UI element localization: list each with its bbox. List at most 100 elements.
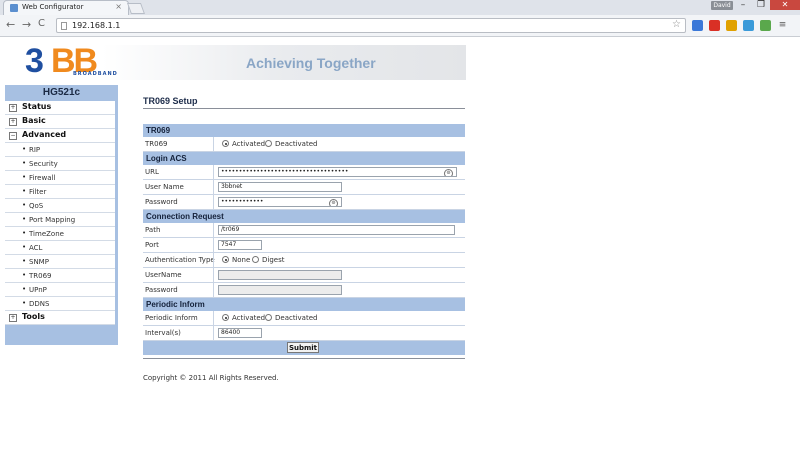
- sidebar-item-label: TimeZone: [29, 230, 64, 238]
- menu-icon[interactable]: ≡: [777, 20, 788, 31]
- pi-interval-row: Interval(s) 86400: [143, 326, 465, 341]
- bullet-icon: •: [22, 173, 27, 181]
- cr-password-label: Password: [145, 286, 178, 294]
- bookmark-star-icon[interactable]: ☆: [672, 19, 681, 30]
- reveal-icon[interactable]: ⊚: [329, 199, 338, 206]
- expand-icon[interactable]: +: [9, 118, 17, 126]
- extension-icon-3[interactable]: [726, 20, 737, 31]
- acs-username-input[interactable]: 3bbnet: [218, 182, 342, 192]
- sidebar-item-rip[interactable]: • RIP: [5, 143, 115, 157]
- sidebar-item-label: Firewall: [29, 174, 56, 182]
- sidebar-item-tr069[interactable]: • TR069: [5, 269, 115, 283]
- pi-deactivated-radio[interactable]: [265, 314, 272, 321]
- section-login-acs: Login ACS: [143, 152, 465, 165]
- tab-close-icon[interactable]: ×: [115, 2, 122, 11]
- logo-3: 3: [25, 42, 44, 80]
- cr-port-value: 7547: [221, 241, 237, 248]
- profile-badge[interactable]: David: [711, 1, 733, 10]
- sidebar-item-ddns[interactable]: • DDNS: [5, 297, 115, 311]
- section-tr069: TR069: [143, 124, 465, 137]
- sidebar-item-port-mapping[interactable]: • Port Mapping: [5, 213, 115, 227]
- acs-username-label: User Name: [145, 183, 184, 191]
- browser-tab[interactable]: Web Configurator ×: [3, 0, 129, 15]
- expand-icon[interactable]: +: [9, 104, 17, 112]
- address-bar[interactable]: 192.168.1.1 ☆: [56, 18, 686, 33]
- tr069-deactivated-label: Deactivated: [275, 140, 318, 148]
- pi-interval-value: 86400: [221, 329, 241, 336]
- acs-password-value: ••••••••••••: [221, 198, 264, 205]
- pi-interval-label: Interval(s): [145, 329, 181, 337]
- extension-icon-4[interactable]: [743, 20, 754, 31]
- pi-deactivated-label: Deactivated: [275, 314, 318, 322]
- cr-password-input[interactable]: [218, 285, 342, 295]
- minimize-icon[interactable]: –: [733, 0, 753, 10]
- logo-subtitle: BROADBAND: [73, 71, 118, 77]
- bullet-icon: •: [22, 257, 27, 265]
- footer-divider: [143, 358, 465, 359]
- reload-icon[interactable]: C: [38, 18, 45, 29]
- sidebar-item-label: DDNS: [29, 300, 50, 308]
- acs-password-input[interactable]: •••••••••••• ⊚: [218, 197, 342, 207]
- gmail-icon[interactable]: [709, 20, 720, 31]
- back-icon[interactable]: ←: [6, 18, 15, 31]
- sidebar-item-snmp[interactable]: • SNMP: [5, 255, 115, 269]
- page-icon: [61, 22, 67, 30]
- sidebar-item-label: ACL: [29, 244, 43, 252]
- cr-path-input[interactable]: /tr069: [218, 225, 455, 235]
- sidebar-item-status[interactable]: + Status: [5, 101, 115, 115]
- sidebar-item-acl[interactable]: • ACL: [5, 241, 115, 255]
- cr-username-input[interactable]: [218, 270, 342, 280]
- bullet-icon: •: [22, 215, 27, 223]
- sidebar-item-label: Status: [22, 102, 52, 111]
- bullet-icon: •: [22, 201, 27, 209]
- cr-port-input[interactable]: 7547: [218, 240, 262, 250]
- sidebar-item-basic[interactable]: + Basic: [5, 115, 115, 129]
- auth-none-radio[interactable]: [222, 256, 229, 263]
- sidebar-item-upnp[interactable]: • UPnP: [5, 283, 115, 297]
- sidebar-item-filter[interactable]: • Filter: [5, 185, 115, 199]
- restore-icon[interactable]: ❐: [751, 0, 771, 10]
- pi-activated-label: Activated: [232, 314, 266, 322]
- acs-url-input[interactable]: •••••••••••••••••••••••••••••••••••• ⊚: [218, 167, 457, 177]
- tr069-activated-radio[interactable]: [222, 140, 229, 147]
- tr069-deactivated-radio[interactable]: [265, 140, 272, 147]
- window-close-icon[interactable]: ✕: [770, 0, 800, 10]
- sidebar-item-advanced[interactable]: − Advanced: [5, 129, 115, 143]
- sidebar-item-label: RIP: [29, 146, 41, 154]
- auth-digest-radio[interactable]: [252, 256, 259, 263]
- sidebar-item-label: Filter: [29, 188, 47, 196]
- cr-auth-label: Authentication Type: [145, 256, 215, 264]
- new-tab-button[interactable]: [126, 3, 146, 14]
- sidebar-item-tools[interactable]: + Tools: [5, 311, 115, 325]
- header-banner: 3 BB BROADBAND Achieving Together: [11, 42, 466, 80]
- sidebar-item-qos[interactable]: • QoS: [5, 199, 115, 213]
- extension-icon-5[interactable]: [760, 20, 771, 31]
- bullet-icon: •: [22, 229, 27, 237]
- sidebar-item-label: Port Mapping: [29, 216, 76, 224]
- collapse-icon[interactable]: −: [9, 132, 17, 140]
- page-title: TR069 Setup: [143, 96, 198, 106]
- forward-icon[interactable]: →: [22, 18, 31, 31]
- sidebar-item-security[interactable]: • Security: [5, 157, 115, 171]
- pi-activated-radio[interactable]: [222, 314, 229, 321]
- acs-username-row: User Name 3bbnet: [143, 180, 465, 195]
- sidebar-item-label: Basic: [22, 116, 46, 125]
- page-favicon-icon: [10, 4, 18, 12]
- extension-icon-1[interactable]: [692, 20, 703, 31]
- bullet-icon: •: [22, 159, 27, 167]
- bullet-icon: •: [22, 243, 27, 251]
- sidebar-item-label: Security: [29, 160, 58, 168]
- section-periodic-inform: Periodic Inform: [143, 298, 465, 311]
- pi-label: Periodic Inform: [145, 314, 198, 322]
- sidebar-item-timezone[interactable]: • TimeZone: [5, 227, 115, 241]
- pi-interval-input[interactable]: 86400: [218, 328, 262, 338]
- cr-username-row: UserName: [143, 268, 465, 283]
- address-text[interactable]: 192.168.1.1: [72, 21, 120, 30]
- reveal-icon[interactable]: ⊚: [444, 169, 453, 176]
- sidebar-item-label: TR069: [29, 272, 52, 280]
- sidebar-item-firewall[interactable]: • Firewall: [5, 171, 115, 185]
- expand-icon[interactable]: +: [9, 314, 17, 322]
- acs-url-label: URL: [145, 168, 159, 176]
- submit-button[interactable]: Submit: [287, 342, 319, 353]
- bullet-icon: •: [22, 271, 27, 279]
